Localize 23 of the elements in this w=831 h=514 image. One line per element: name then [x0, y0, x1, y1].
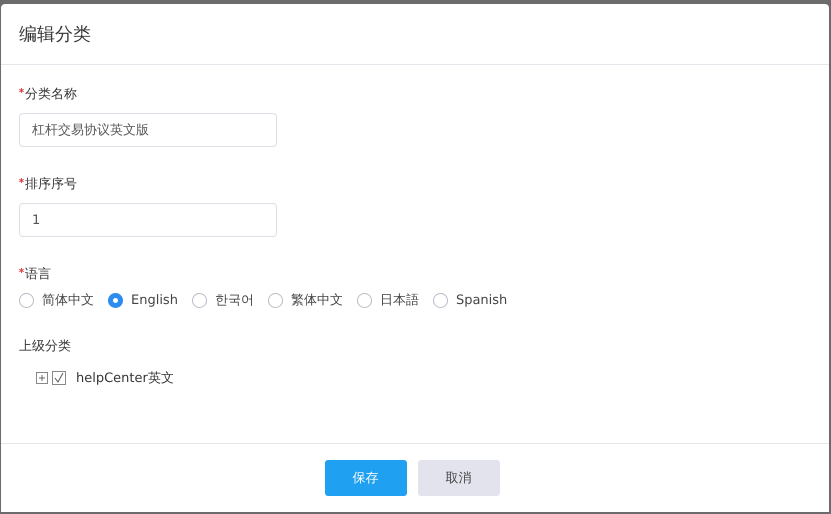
radio-button[interactable] — [356, 292, 372, 308]
dialog-title: 编辑分类 — [19, 23, 91, 46]
cancel-button[interactable]: 取消 — [418, 460, 500, 496]
radio-button[interactable] — [19, 292, 34, 308]
radio-button[interactable] — [192, 292, 207, 308]
radio-label[interactable]: English — [131, 292, 178, 308]
radio-button[interactable] — [268, 292, 283, 308]
radio-button[interactable] — [108, 292, 123, 308]
expand-icon[interactable] — [36, 372, 48, 384]
field-label: 语言 — [25, 266, 51, 283]
field-label: 分类名称 — [25, 86, 77, 103]
field-label: 排序序号 — [25, 176, 77, 193]
input-field[interactable]: 杠杆交易协议英文版 — [19, 113, 277, 147]
radio-label[interactable]: 繁体中文 — [290, 291, 343, 309]
radio-button[interactable] — [432, 292, 448, 308]
radio-label[interactable]: 한국어 — [214, 291, 254, 309]
checkbox[interactable] — [52, 371, 66, 385]
radio-label[interactable]: 日本語 — [380, 291, 419, 309]
tree-node[interactable]: helpCenter英文 — [76, 369, 174, 387]
radio-label[interactable]: Spanish — [456, 292, 508, 308]
radio-label[interactable]: 简体中文 — [42, 291, 94, 309]
input-field[interactable]: 1 — [19, 203, 277, 237]
field-label: 上级分类 — [19, 338, 71, 355]
